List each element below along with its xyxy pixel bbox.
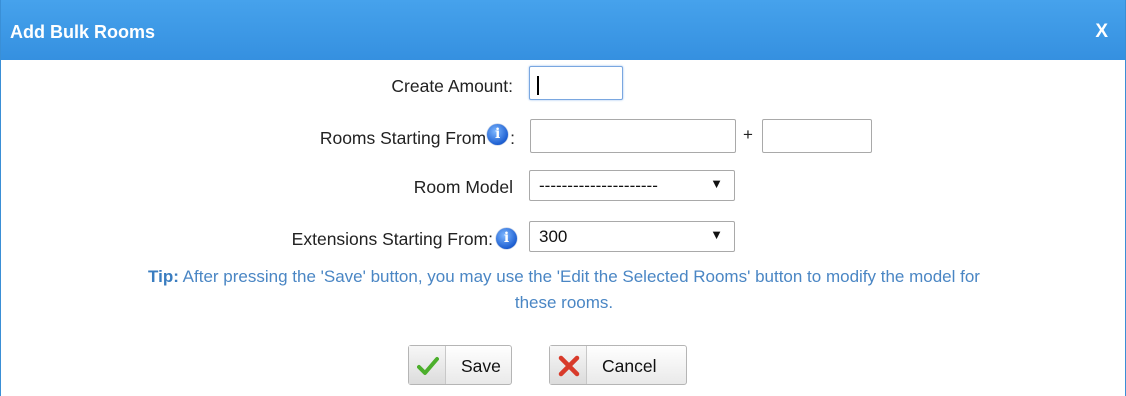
room-model-selected-value: --------------------- bbox=[539, 176, 658, 195]
room-model-label: Room Model bbox=[413, 177, 513, 197]
plus-separator: + bbox=[743, 125, 753, 144]
info-icon[interactable]: i bbox=[487, 124, 509, 145]
tip-line-1: Tip: After pressing the 'Save' button, y… bbox=[1, 264, 1126, 290]
create-amount-input[interactable] bbox=[529, 66, 623, 100]
extensions-starting-from-label-group: Extensions Starting From: i bbox=[201, 228, 517, 252]
extensions-starting-from-label: Extensions Starting From: bbox=[291, 229, 493, 249]
room-model-select[interactable]: --------------------- ▼ bbox=[529, 170, 735, 201]
dropdown-arrow-icon: ▼ bbox=[710, 227, 723, 242]
save-button[interactable]: Save bbox=[408, 345, 512, 385]
rooms-starting-from-label: Rooms Starting From bbox=[319, 128, 487, 148]
save-icon-box bbox=[409, 346, 446, 384]
close-icon[interactable]: X bbox=[1095, 21, 1108, 43]
cancel-button[interactable]: Cancel bbox=[549, 345, 687, 385]
add-bulk-rooms-dialog: Add Bulk Rooms X Create Amount: Rooms St… bbox=[0, 0, 1126, 396]
rooms-start-suffix-input[interactable] bbox=[762, 119, 872, 153]
save-button-label: Save bbox=[461, 356, 501, 376]
info-icon[interactable]: i bbox=[496, 228, 517, 249]
tip-prefix: Tip: bbox=[148, 267, 179, 286]
text-cursor bbox=[537, 76, 539, 95]
label-colon: : bbox=[510, 128, 515, 148]
tip-line-2: these rooms. bbox=[514, 293, 614, 312]
extensions-starting-from-select[interactable]: 300 ▼ bbox=[529, 221, 735, 252]
rooms-starting-from-label-group: Rooms Starting From i: bbox=[201, 124, 515, 151]
dialog-titlebar: Add Bulk Rooms X bbox=[1, 0, 1125, 60]
rooms-start-prefix-input[interactable] bbox=[530, 119, 736, 153]
cancel-x-icon bbox=[558, 355, 580, 377]
dropdown-arrow-icon: ▼ bbox=[710, 176, 723, 191]
checkmark-icon bbox=[417, 357, 439, 375]
extensions-selected-value: 300 bbox=[539, 227, 568, 246]
dialog-title: Add Bulk Rooms bbox=[10, 22, 156, 42]
tip-text: Tip: After pressing the 'Save' button, y… bbox=[1, 264, 1126, 316]
cancel-icon-box bbox=[550, 346, 587, 384]
create-amount-label: Create Amount: bbox=[391, 76, 513, 96]
tip-line-1-text: After pressing the 'Save' button, you ma… bbox=[178, 267, 980, 286]
cancel-button-label: Cancel bbox=[602, 356, 657, 376]
